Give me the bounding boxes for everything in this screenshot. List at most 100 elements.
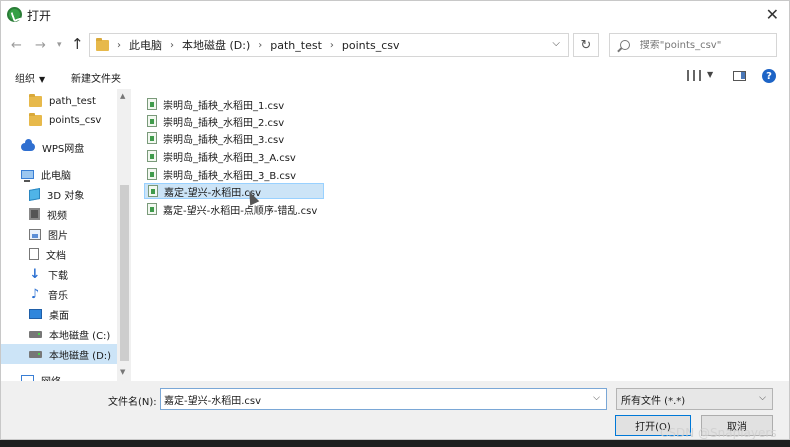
nav-item-documents[interactable]: 文档 [29, 244, 66, 264]
file-item[interactable]: 崇明岛_插秧_水稻田_3_A.csv [144, 148, 302, 164]
filename-value: 嘉定-望兴-水稻田.csv [164, 395, 262, 407]
csv-file-icon [147, 150, 157, 162]
breadcrumb-chevron-icon[interactable]: › [170, 40, 174, 51]
organize-menu-button[interactable]: 组织 ▼ [15, 70, 45, 85]
open-file-dialog: 打开 ✕ ← → ▾ ↑ › 此电脑 › 本地磁盘 (D:) › path_te… [0, 0, 790, 440]
scrollbar-thumb[interactable] [120, 185, 129, 361]
filename-input[interactable]: 嘉定-望兴-水稻田.csv ⌵ [160, 388, 607, 410]
document-icon [29, 248, 39, 260]
breadcrumb-this-pc[interactable]: 此电脑 [129, 37, 162, 53]
chevron-down-icon[interactable]: ⌵ [593, 393, 600, 403]
breadcrumb-path-test[interactable]: path_test [270, 39, 322, 52]
nav-item-label: path_test [49, 95, 96, 107]
search-box[interactable] [609, 33, 777, 57]
title-bar: 打开 ✕ [1, 1, 789, 29]
file-name: 嘉定-望兴-水稻田-点顺序-错乱.csv [163, 205, 318, 217]
breadcrumb-chevron-icon[interactable]: › [258, 40, 262, 51]
csv-file-icon [148, 185, 158, 197]
file-type-value: 所有文件 (*.*) [621, 395, 686, 407]
refresh-button[interactable]: ↻ [573, 33, 599, 57]
csv-file-icon [147, 132, 157, 144]
chevron-down-icon: ▼ [39, 75, 46, 84]
scroll-down-arrow-icon[interactable]: ▼ [120, 368, 125, 376]
csv-file-icon [147, 168, 157, 180]
nav-item-label: 视频 [47, 210, 67, 222]
breadcrumb-local-disk-d[interactable]: 本地磁盘 (D:) [182, 37, 250, 53]
csv-file-icon [147, 98, 157, 110]
nav-item-label: 网络 [41, 373, 61, 382]
folder-icon [29, 112, 42, 126]
file-name: 崇明岛_插秧_水稻田_3.csv [163, 134, 285, 146]
nav-item-local-disk-d[interactable]: 本地磁盘 (D:) [1, 344, 117, 364]
up-arrow-icon[interactable]: ↑ [71, 35, 84, 53]
breadcrumb-chevron-icon[interactable]: › [117, 40, 121, 51]
nav-item-label: 此电脑 [41, 170, 71, 182]
chevron-down-icon: ⌵ [759, 393, 766, 403]
scroll-up-arrow-icon[interactable]: ▲ [120, 92, 125, 100]
drive-icon [29, 350, 42, 358]
nav-item-this-pc[interactable]: 此电脑 [21, 164, 71, 184]
folder-icon [96, 37, 109, 51]
navigation-pane: path_test points_csv WPS网盘 此电脑 3D 对象 视频 … [1, 89, 133, 381]
organize-label: 组织 [15, 74, 35, 85]
drive-icon [29, 330, 42, 338]
command-toolbar: 组织 ▼ 新建文件夹 ▼ ? [1, 63, 789, 89]
nav-pane-scrollbar[interactable]: ▲ ▼ [117, 89, 131, 381]
film-icon [29, 208, 40, 220]
window-title: 打开 [27, 9, 52, 23]
address-bar[interactable]: › 此电脑 › 本地磁盘 (D:) › path_test › points_c… [89, 33, 569, 57]
nav-item-label: 3D 对象 [47, 190, 85, 202]
preview-pane-icon[interactable] [733, 71, 746, 81]
nav-item-label: WPS网盘 [42, 143, 85, 155]
nav-item-points-csv[interactable]: points_csv [29, 110, 101, 130]
nav-item-label: 本地磁盘 (D:) [49, 350, 112, 362]
file-item[interactable]: 崇明岛_插秧_水稻田_1.csv [144, 96, 290, 112]
music-icon: ♪ [30, 286, 40, 302]
nav-item-local-disk-c[interactable]: 本地磁盘 (C:) [29, 324, 110, 344]
csv-file-icon [147, 203, 157, 215]
nav-item-desktop[interactable]: 桌面 [29, 304, 69, 324]
nav-item-label: 文档 [46, 250, 66, 262]
breadcrumb-points-csv[interactable]: points_csv [342, 39, 400, 52]
view-options-icon[interactable] [687, 70, 701, 81]
file-item-selected[interactable]: 嘉定-望兴-水稻田.csv [144, 183, 324, 199]
recent-locations-chevron-icon[interactable]: ▾ [57, 40, 62, 50]
file-item[interactable]: 崇明岛_插秧_水稻田_2.csv [144, 113, 290, 129]
breadcrumb-chevron-icon[interactable]: › [330, 40, 334, 51]
help-icon[interactable]: ? [762, 69, 776, 83]
watermark-text: CSDN @Snaplayers [660, 426, 777, 440]
nav-item-label: 音乐 [48, 290, 68, 302]
computer-icon [21, 169, 34, 182]
forward-arrow-icon[interactable]: → [35, 38, 46, 53]
cloud-icon [21, 139, 35, 151]
back-arrow-icon[interactable]: ← [11, 38, 22, 53]
chevron-down-icon[interactable]: ▼ [707, 70, 713, 79]
file-name: 崇明岛_插秧_水稻田_3_A.csv [163, 152, 296, 164]
new-folder-button[interactable]: 新建文件夹 [71, 70, 121, 85]
app-icon [7, 7, 22, 22]
nav-item-videos[interactable]: 视频 [29, 204, 67, 224]
file-name: 崇明岛_插秧_水稻田_3_B.csv [163, 170, 297, 182]
search-input[interactable] [639, 39, 776, 51]
file-item[interactable]: 崇明岛_插秧_水稻田_3_B.csv [144, 166, 302, 182]
search-icon [620, 40, 630, 50]
address-dropdown-icon[interactable]: ⌵ [552, 38, 560, 49]
filename-label: 文件名(N): [108, 397, 157, 408]
file-type-select[interactable]: 所有文件 (*.*) ⌵ [616, 388, 773, 410]
file-item[interactable]: 崇明岛_插秧_水稻田_3.csv [144, 130, 290, 146]
nav-item-network[interactable]: 网络 [21, 370, 61, 381]
file-item[interactable]: 嘉定-望兴-水稻田-点顺序-错乱.csv [144, 201, 323, 217]
desktop-icon [29, 309, 42, 319]
nav-item-pictures[interactable]: 图片 [29, 224, 68, 244]
nav-item-path-test[interactable]: path_test [29, 91, 96, 111]
nav-item-label: 本地磁盘 (C:) [49, 330, 111, 342]
nav-item-music[interactable]: ♪ 音乐 [29, 284, 68, 304]
refresh-icon: ↻ [580, 37, 592, 53]
file-name: 崇明岛_插秧_水稻田_2.csv [163, 117, 285, 129]
nav-item-wps-drive[interactable]: WPS网盘 [21, 137, 84, 157]
nav-item-3d-objects[interactable]: 3D 对象 [29, 184, 84, 204]
nav-item-label: points_csv [49, 114, 102, 126]
folder-icon [29, 93, 42, 107]
nav-item-downloads[interactable]: ↓ 下载 [29, 264, 68, 284]
close-icon[interactable]: ✕ [766, 5, 779, 24]
